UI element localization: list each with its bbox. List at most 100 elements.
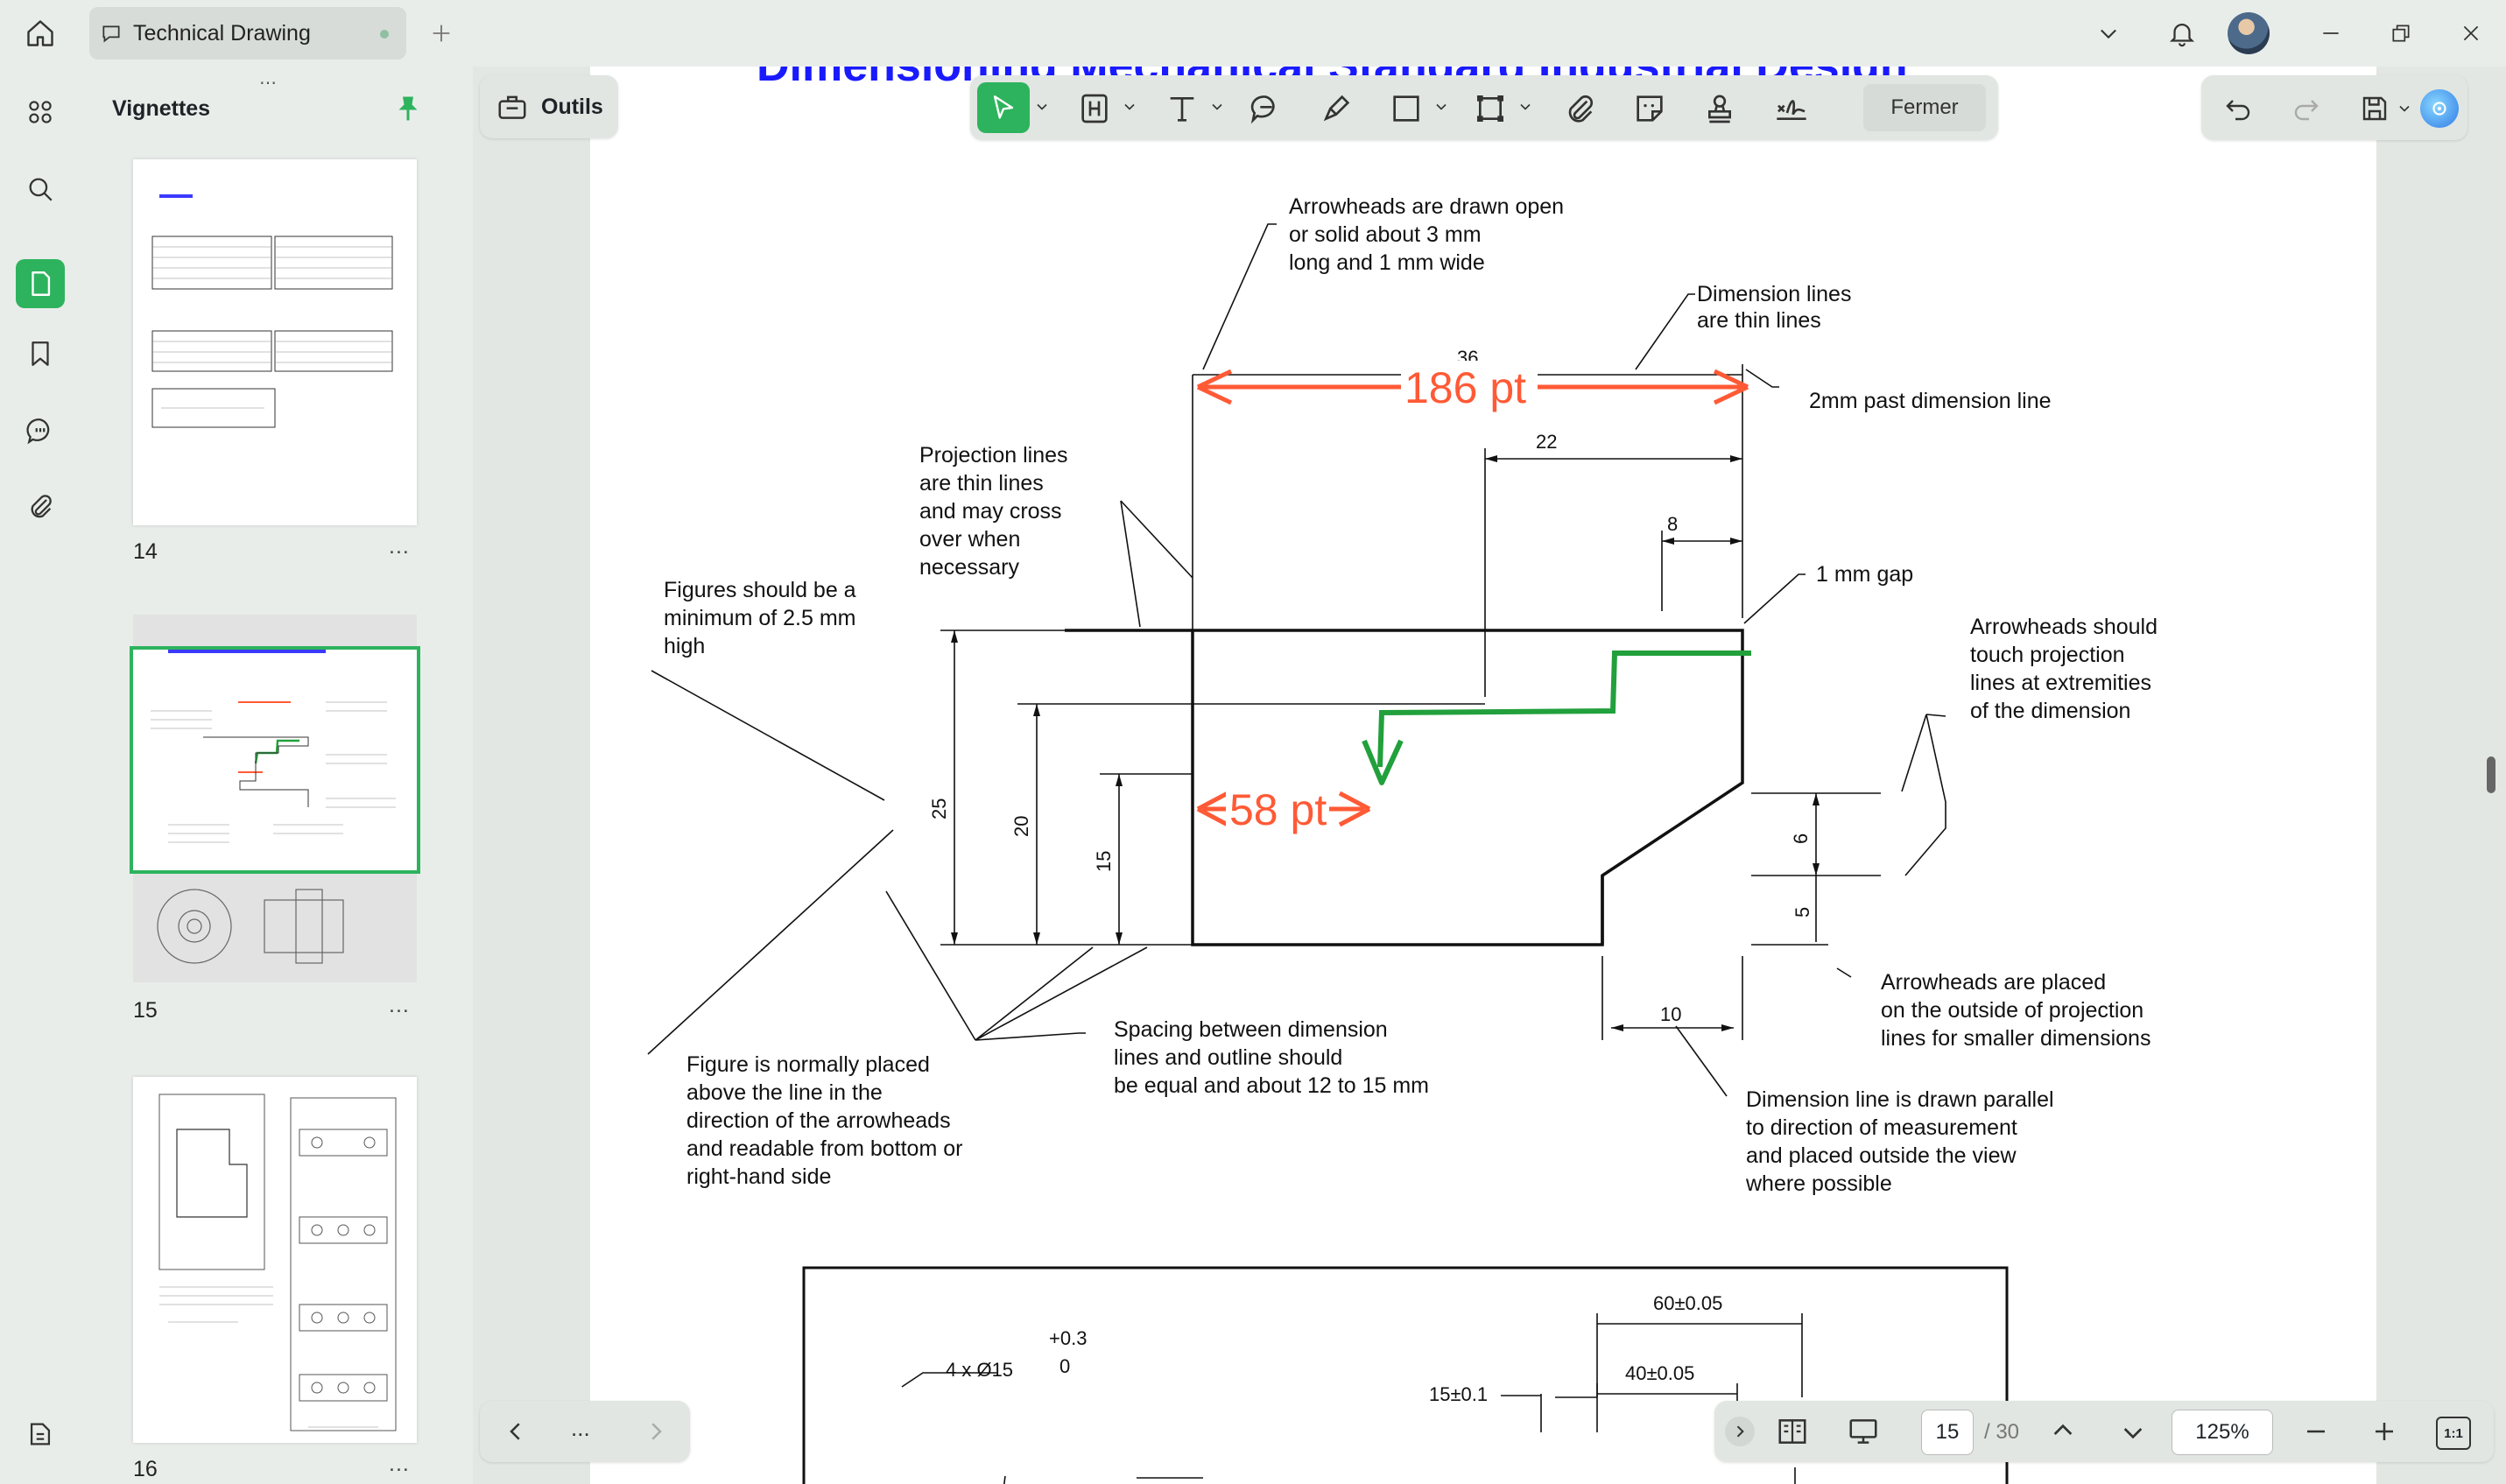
svg-text:Figures should be a: Figures should be a [664,578,856,602]
chevron-down-icon[interactable] [2119,1418,2147,1446]
text-icon[interactable] [1165,91,1200,126]
layers-button[interactable] [16,1410,65,1459]
annotation-parallel: Dimension line is drawn parallel to dire… [1745,1087,2054,1196]
thumbnail-number: 16 [133,1457,158,1481]
leader-lines [647,223,1946,1097]
thumbnail-more-button[interactable]: ... [389,1452,410,1477]
panel-drag-handle[interactable]: ⋯ [259,72,278,94]
minimize-button[interactable] [2313,16,2348,51]
green-path-arrow[interactable] [1362,651,1751,785]
measure-inner[interactable]: 58 pt [1196,783,1371,834]
notifications-button[interactable] [2161,12,2203,54]
two-page-icon[interactable] [1776,1415,1809,1448]
rectangle-icon[interactable] [1389,91,1424,126]
thumbnail-number: 14 [133,539,158,564]
tools-button[interactable]: Outils [480,75,618,138]
redo-icon[interactable] [2291,93,2322,124]
svg-text:Dimension lines: Dimension lines [1697,282,1851,306]
chevron-up-icon[interactable] [2049,1417,2077,1445]
svg-text:Arrowheads should: Arrowheads should [1970,615,2158,639]
home-button[interactable] [19,12,61,54]
annotation-dimension-thin: Dimension lines are thin lines [1697,282,1851,333]
select-tool-button[interactable] [977,82,1030,133]
annotation-projection-thin: Projection lines are thin lines and may … [919,443,1068,580]
search-button[interactable] [16,165,65,214]
sticker-icon[interactable] [1632,91,1667,126]
zoom-out-icon[interactable] [2303,1418,2329,1445]
thumbnails-button[interactable] [16,259,65,308]
paperclip-icon[interactable] [1562,91,1597,126]
zoom-in-icon[interactable] [2371,1418,2397,1445]
svg-text:Projection lines: Projection lines [919,443,1068,468]
chevron-right-icon[interactable] [643,1418,669,1445]
thumbnail-page-14[interactable] [133,159,417,525]
svg-text:touch projection: touch projection [1970,643,2125,667]
save-icon[interactable] [2359,93,2390,124]
search-icon [29,178,53,201]
apps-button[interactable] [16,88,65,137]
chevron-down-icon[interactable] [1121,98,1138,116]
thumbnail-page-16[interactable] [133,1077,417,1443]
presentation-icon[interactable] [1846,1415,1881,1448]
measure-top[interactable]: 186 pt [1196,361,1749,412]
annotation-spacing: Spacing between dimension lines and outl… [1114,1017,1429,1098]
chevron-down-icon[interactable] [1433,98,1450,116]
hole-tolerance-lower: 0 [1059,1355,1070,1377]
actual-size-button[interactable]: 1:1 [2436,1417,2471,1450]
chevron-down-icon[interactable] [1517,98,1534,116]
comments-button[interactable] [16,406,65,455]
close-toolbar-button[interactable]: Fermer [1863,84,1986,131]
dim-5: 5 [1792,907,1813,918]
ai-assistant-button[interactable] [2420,89,2459,128]
nav-more-button[interactable]: ... [571,1415,590,1442]
svg-text:be equal and about 12 to 15 mm: be equal and about 12 to 15 mm [1114,1073,1429,1098]
thumbnail-more-button[interactable]: ... [389,993,410,1018]
paperclip-icon [31,495,52,518]
stamp-icon[interactable] [1702,91,1737,126]
svg-text:Spacing between dimension: Spacing between dimension [1114,1017,1388,1042]
crop-icon[interactable] [1473,91,1508,126]
technical-drawing: Dimensioning Mechanical Standard Industr… [647,67,2158,1484]
thumbnail-page-15-lower [157,889,344,964]
thumbnail-preview [151,194,393,428]
tools-label: Outils [541,94,603,119]
new-tab-button[interactable] [424,16,459,51]
svg-text:high: high [664,634,705,658]
vertical-scrollbar[interactable] [2487,756,2495,793]
attachments-button[interactable] [16,482,65,531]
dimension-lines [954,374,1817,1029]
annotation-figures-min: Figures should be a minimum of 2.5 mm hi… [664,578,856,658]
svg-text:Arrowheads are drawn open: Arrowheads are drawn open [1289,194,1564,219]
chevron-down-icon[interactable] [1208,98,1226,116]
part-outline [1065,629,1744,946]
user-avatar[interactable] [2228,12,2270,54]
comment-icon[interactable] [1249,91,1284,126]
restore-icon [2392,25,2410,42]
pin-button[interactable] [392,93,424,129]
document-viewport[interactable]: Dimensioning Mechanical Standard Industr… [473,67,2506,1484]
page-number-input[interactable]: 15 [1921,1410,1974,1455]
svg-text:and placed outside the view: and placed outside the view [1746,1143,2017,1168]
thumbnail-more-button[interactable]: ... [389,534,410,559]
svg-text:right-hand side: right-hand side [686,1164,831,1189]
hole-callout: 4 x Ø15 [946,1359,1013,1381]
left-rail [0,67,81,1484]
chevron-down-icon[interactable] [2396,100,2413,117]
document-tab[interactable]: Technical Drawing [89,7,406,60]
thumbnails-title: Vignettes [112,96,211,121]
highlight-icon[interactable] [1077,91,1112,126]
chevron-left-icon[interactable] [503,1418,529,1445]
expand-button[interactable] [1725,1417,1755,1446]
svg-text:direction of the arrowheads: direction of the arrowheads [686,1108,951,1133]
bookmarks-button[interactable] [16,329,65,378]
close-window-button[interactable] [2453,16,2488,51]
svg-text:on the outside of projection: on the outside of projection [1881,998,2143,1023]
restore-button[interactable] [2383,16,2418,51]
signature-icon[interactable] [1772,91,1811,126]
chevron-down-icon[interactable] [1033,98,1051,116]
zoom-level-select[interactable]: 125% [2172,1410,2273,1455]
thumbnail-page-15[interactable] [130,646,420,874]
pen-icon[interactable] [1319,91,1354,126]
undo-icon[interactable] [2222,93,2254,124]
tabs-dropdown-button[interactable] [2091,16,2126,51]
